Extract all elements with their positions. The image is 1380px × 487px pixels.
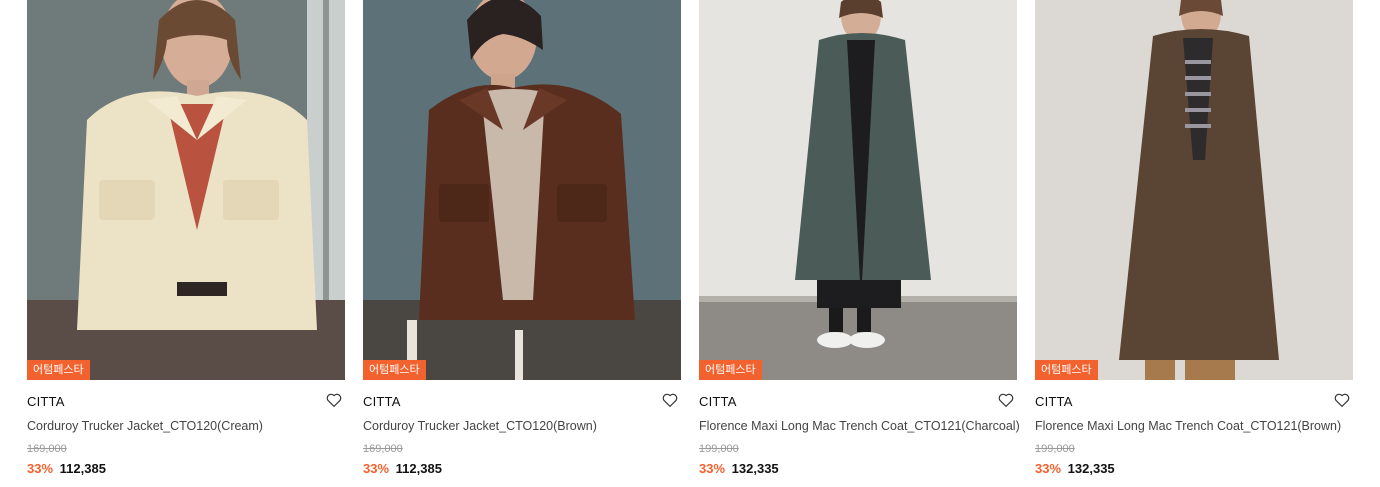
brand-row: CITTA <box>27 391 345 416</box>
product-card[interactable]: 어텀페스타 CITTA Corduroy Trucker Jacket_CTO1… <box>27 0 345 477</box>
discount-rate: 33% <box>699 461 726 476</box>
discount-rate: 33% <box>363 461 390 476</box>
product-image[interactable]: 어텀페스타 <box>699 0 1017 380</box>
brand-name[interactable]: CITTA <box>1035 394 1353 410</box>
price-row: 33% 112,385 <box>363 461 681 477</box>
brand-name[interactable]: CITTA <box>699 394 1017 410</box>
brand-row: CITTA <box>363 391 681 416</box>
original-price: 199,000 <box>1035 443 1075 455</box>
product-photo-brown-coat <box>1035 0 1353 380</box>
heart-outline-icon[interactable] <box>661 391 679 409</box>
promo-badge: 어텀페스타 <box>363 360 426 380</box>
product-name[interactable]: Corduroy Trucker Jacket_CTO120(Brown) <box>363 418 681 434</box>
sale-price: 112,385 <box>395 461 442 476</box>
promo-badge: 어텀페스타 <box>27 360 90 380</box>
sale-price: 132,335 <box>731 461 779 476</box>
price-row: 33% 112,385 <box>27 461 345 477</box>
price-row: 33% 132,335 <box>699 461 1017 477</box>
sale-price: 112,385 <box>59 461 106 476</box>
brand-name[interactable]: CITTA <box>363 394 681 410</box>
product-card[interactable]: 어텀페스타 CITTA Corduroy Trucker Jacket_CTO1… <box>363 0 681 477</box>
product-image[interactable]: 어텀페스타 <box>27 0 345 380</box>
product-photo-charcoal-coat <box>699 0 1017 380</box>
product-card[interactable]: 어텀페스타 CITTA Florence Maxi Long Mac Trenc… <box>699 0 1020 477</box>
brand-name[interactable]: CITTA <box>27 394 345 410</box>
brand-row: CITTA <box>1035 391 1353 416</box>
product-photo-brown-jacket <box>363 0 681 380</box>
promo-badge: 어텀페스타 <box>1035 360 1098 380</box>
product-image[interactable]: 어텀페스타 <box>1035 0 1353 380</box>
product-name[interactable]: Florence Maxi Long Mac Trench Coat_CTO12… <box>699 418 1020 434</box>
product-photo-cream-jacket <box>27 0 345 380</box>
heart-outline-icon[interactable] <box>325 391 343 409</box>
brand-row: CITTA <box>699 391 1017 416</box>
product-card[interactable]: 어텀페스타 CITTA Florence Maxi Long Mac Trenc… <box>1035 0 1353 477</box>
heart-outline-icon[interactable] <box>997 391 1015 409</box>
product-image[interactable]: 어텀페스타 <box>363 0 681 380</box>
heart-outline-icon[interactable] <box>1333 391 1351 409</box>
product-grid: 어텀페스타 CITTA Corduroy Trucker Jacket_CTO1… <box>27 0 1353 477</box>
sale-price: 132,335 <box>1067 461 1115 476</box>
product-name[interactable]: Corduroy Trucker Jacket_CTO120(Cream) <box>27 418 345 434</box>
original-price: 169,000 <box>27 443 67 455</box>
promo-badge: 어텀페스타 <box>699 360 762 380</box>
discount-rate: 33% <box>27 461 54 476</box>
product-name[interactable]: Florence Maxi Long Mac Trench Coat_CTO12… <box>1035 418 1353 434</box>
discount-rate: 33% <box>1035 461 1062 476</box>
price-row: 33% 132,335 <box>1035 461 1353 477</box>
original-price: 199,000 <box>699 443 739 455</box>
original-price: 169,000 <box>363 443 403 455</box>
